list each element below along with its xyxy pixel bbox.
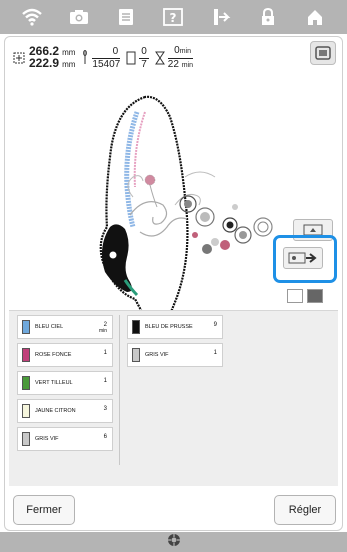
column-divider xyxy=(119,315,120,465)
thread-view-toggle xyxy=(287,289,323,303)
width-unit: mm xyxy=(62,48,76,57)
time-count: 0min 22 min xyxy=(167,45,193,72)
thread-item[interactable]: JAUNE CITRON 3 xyxy=(17,399,113,423)
svg-text:?: ? xyxy=(170,11,177,25)
time-unit-current: min xyxy=(179,47,191,55)
thread-count: 2 min xyxy=(98,322,107,334)
color-change-icon xyxy=(126,51,136,65)
thread-icon[interactable] xyxy=(208,5,234,29)
thread-count: 1 xyxy=(213,350,217,356)
thread-item[interactable]: VERT TILLEUL 1 xyxy=(17,371,113,395)
stitch-total: 15407 xyxy=(92,58,121,70)
set-button[interactable]: Régler xyxy=(274,495,336,525)
thread-count: 1 xyxy=(103,350,107,356)
thread-item[interactable]: GRIS VIF 6 xyxy=(17,427,113,451)
spool-icon xyxy=(132,320,140,334)
thread-name: GRIS VIF xyxy=(145,352,169,358)
hourglass-icon xyxy=(154,51,165,65)
toggle-light-icon[interactable] xyxy=(287,289,303,303)
embroidery-screen: 266.2 mm 222.9 mm 0 15407 0 7 0min 22 mi… xyxy=(4,36,343,531)
thread-count: 6 xyxy=(103,434,107,440)
camera-icon[interactable] xyxy=(66,5,92,29)
design-dimensions: 266.2 mm 222.9 mm xyxy=(29,45,76,70)
whale-body xyxy=(99,95,189,341)
time-unit-total: min xyxy=(181,61,193,69)
thread-list-right: BLEU DE PRUSSE 9 GRIS VIF 1 xyxy=(127,315,223,367)
close-button[interactable]: Fermer xyxy=(13,495,75,525)
frame-display-button[interactable] xyxy=(310,41,336,65)
flower xyxy=(144,174,156,186)
color-total: 7 xyxy=(141,58,147,70)
sewing-machine-icon[interactable] xyxy=(167,533,181,552)
needle-icon xyxy=(81,49,89,67)
stitch-count: 0 15407 xyxy=(92,46,121,71)
thread-name: BLEU DE PRUSSE xyxy=(145,324,193,330)
whale-eye xyxy=(109,251,117,259)
stitch-current: 0 xyxy=(92,46,121,59)
swirl-5 xyxy=(184,171,216,178)
spool-icon xyxy=(22,404,30,418)
spool-icon xyxy=(22,432,30,446)
thread-color-panel: BLEU CIEL 2 min ROSE FONCE 1 VERT TILLEUL… xyxy=(9,310,338,486)
bottom-bar xyxy=(0,532,347,552)
embroidery-design-preview xyxy=(99,95,273,341)
bubbles xyxy=(179,195,273,254)
spool-icon xyxy=(22,348,30,362)
thread-name: JAUNE CITRON xyxy=(35,408,76,414)
thread-item[interactable]: ROSE FONCE 1 xyxy=(17,343,113,367)
thread-name: BLEU CIEL xyxy=(35,324,64,330)
thread-item[interactable]: BLEU DE PRUSSE 9 xyxy=(127,315,223,339)
height-value: 222.9 xyxy=(29,56,60,70)
thread-list-left: BLEU CIEL 2 min ROSE FONCE 1 VERT TILLEUL… xyxy=(17,315,113,451)
wifi-icon[interactable] xyxy=(19,5,45,29)
home-icon[interactable] xyxy=(302,5,328,29)
help-icon[interactable]: ? xyxy=(160,5,186,29)
thread-name: VERT TILLEUL xyxy=(35,380,73,386)
time-total: 22 xyxy=(167,58,179,70)
spool-icon xyxy=(132,348,140,362)
document-icon[interactable] xyxy=(113,5,139,29)
thread-count: 9 xyxy=(213,322,217,328)
size-icon xyxy=(13,52,25,64)
spool-icon xyxy=(22,376,30,390)
selection-highlight xyxy=(273,235,337,283)
design-info-bar: 266.2 mm 222.9 mm 0 15407 0 7 0min 22 mi… xyxy=(13,41,333,75)
thread-name: GRIS VIF xyxy=(35,436,59,442)
toggle-dark-icon[interactable] xyxy=(307,289,323,303)
spool-icon xyxy=(22,320,30,334)
thread-item[interactable]: BLEU CIEL 2 min xyxy=(17,315,113,339)
color-count: 0 7 xyxy=(139,46,149,71)
height-unit: mm xyxy=(62,60,76,69)
thread-item[interactable]: GRIS VIF 1 xyxy=(127,343,223,367)
color-current: 0 xyxy=(139,45,149,59)
top-toolbar: ? xyxy=(0,0,347,34)
lock-icon[interactable] xyxy=(255,5,281,29)
thread-count: 1 xyxy=(103,378,107,384)
thread-count: 3 xyxy=(103,406,107,412)
thread-name: ROSE FONCE xyxy=(35,352,72,358)
